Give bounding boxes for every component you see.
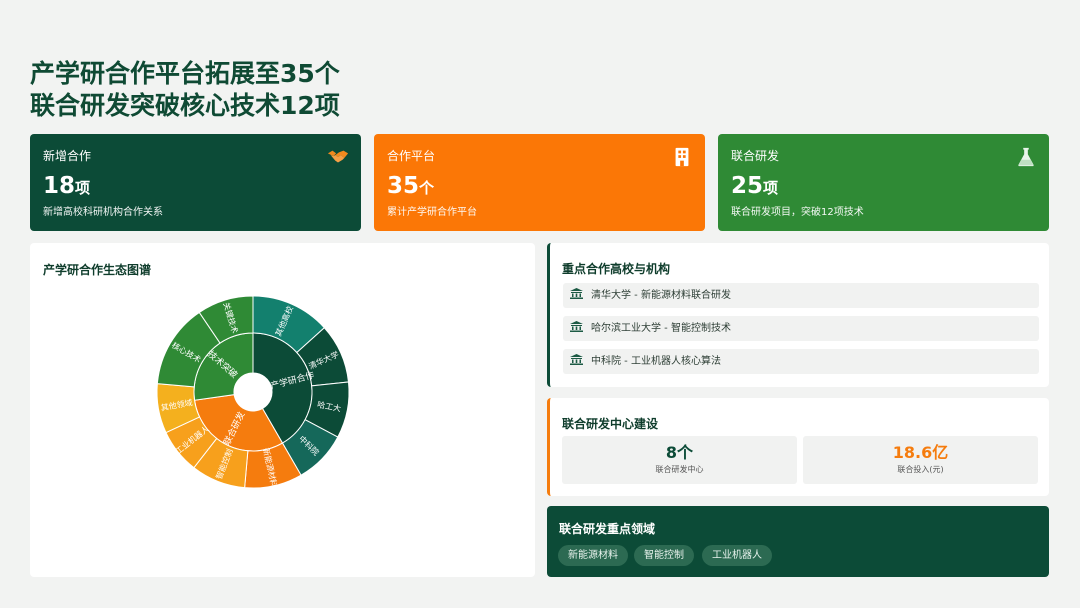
institution-icon [570,321,583,332]
ecosystem-sunburst-chart: 产学研合作联合研发技术突破其他高校清华大学哈工大中科院新能源材料智能控制工业机器… [156,295,350,489]
stat-desc: 累计产学研合作平台 [387,207,477,218]
sunburst-center [234,373,272,411]
partner-row: 哈尔滨工业大学 - 智能控制技术 [563,316,1039,341]
metric-value: 8个 [665,443,694,462]
key-fields-title: 联合研发重点领域 [559,522,656,536]
rd-center-title: 联合研发中心建设 [562,417,659,431]
stat-label: 合作平台 [387,149,436,163]
partners-title: 重点合作高校与机构 [562,262,671,276]
stat-value: 35个 [387,173,435,199]
field-tag: 工业机器人 [702,545,772,566]
stat-desc: 联合研发项目，突破12项技术 [731,207,864,218]
title-line-2: 联合研发突破核心技术12项 [30,91,340,120]
rd-center-card: 联合研发中心建设 8个 联合研发中心 18.6亿 联合投入(元) [547,398,1049,496]
metric-investment: 18.6亿 联合投入(元) [803,436,1038,484]
institution-icon [570,288,583,299]
metric-label: 联合研发中心 [655,465,704,474]
handshake-icon [327,150,349,163]
partner-row: 清华大学 - 新能源材料联合研发 [563,283,1039,308]
stat-value: 25项 [731,173,779,199]
building-icon [675,147,689,167]
institution-icon [570,354,583,365]
stat-value: 18项 [43,173,91,199]
stat-label: 联合研发 [731,149,780,163]
stat-label: 新增合作 [43,149,92,163]
metric-label: 联合投入(元) [897,465,944,474]
stat-card-platforms: 合作平台 35个 累计产学研合作平台 [374,134,705,231]
partners-card: 重点合作高校与机构 清华大学 - 新能源材料联合研发 哈尔滨工业大学 - 智能控… [547,243,1049,387]
key-fields-card: 联合研发重点领域 新能源材料 智能控制 工业机器人 [547,506,1049,577]
stat-card-new-cooperation: 新增合作 18项 新增高校科研机构合作关系 [30,134,361,231]
page-title: 产学研合作平台拓展至35个 联合研发突破核心技术12项 [30,58,340,122]
metric-centers: 8个 联合研发中心 [562,436,797,484]
metric-value: 18.6亿 [892,443,949,462]
partner-row: 中科院 - 工业机器人核心算法 [563,349,1039,374]
field-tag: 新能源材料 [558,545,628,566]
stat-card-joint-rd: 联合研发 25项 联合研发项目，突破12项技术 [718,134,1049,231]
title-line-1: 产学研合作平台拓展至35个 [30,59,340,88]
field-tag: 智能控制 [634,545,694,566]
stat-desc: 新增高校科研机构合作关系 [43,207,163,218]
flask-icon [1018,147,1034,167]
ecosystem-card: 产学研合作生态图谱 产学研合作 联合研发 技术突破 其他高校 清华大学 哈工大 中科院 新能源… [30,243,535,577]
